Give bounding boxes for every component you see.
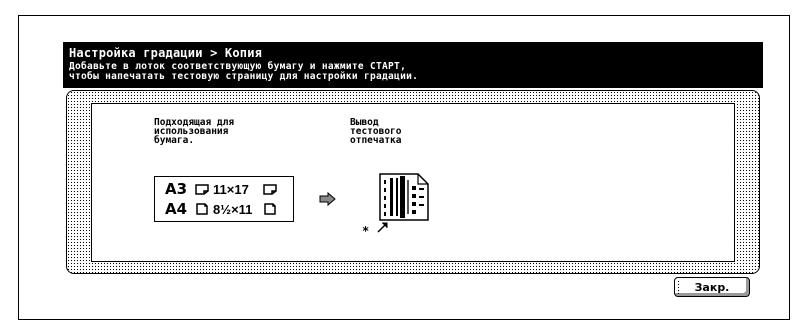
paper-orientation-icon [264,203,276,215]
header-bar: Настройка градации > Копия Добавьте в ло… [63,42,763,88]
right-arrow-icon [319,192,336,206]
paper-row-a4: A4 8½×11 [165,200,281,218]
paper-orientation-icon [263,184,277,195]
paper-size-11x17: 11×17 [213,181,249,197]
page-title: Настройка градации > Копия [69,46,263,60]
paper-row-a3: A3 11×17 [165,180,281,198]
instruction-text: Добавьте в лоток соответствующую бумагу … [69,61,419,82]
content-panel: Подходящая для использования бумага. Выв… [66,90,760,274]
paper-size-a4: A4 [165,200,188,218]
gradation-screen: Настройка градации > Копия Добавьте в ло… [63,42,763,300]
close-button[interactable]: Закр. [674,277,750,297]
asterisk-mark: * [362,224,370,238]
paper-orientation-icon [196,203,208,215]
paper-orientation-icon [195,184,209,195]
test-print-icon [377,173,429,233]
paper-label: Подходящая для использования бумага. [154,117,235,146]
paper-size-a3: A3 [165,180,188,198]
paper-size-8-5x11: 8½×11 [213,201,253,217]
paper-size-box: A3 11×17 A4 8½×11 [154,176,294,222]
footer-bar: Закр. [66,277,760,298]
output-label: Вывод тестового отпечатка [350,117,402,146]
illustration-area: Подходящая для использования бумага. Выв… [91,103,735,262]
